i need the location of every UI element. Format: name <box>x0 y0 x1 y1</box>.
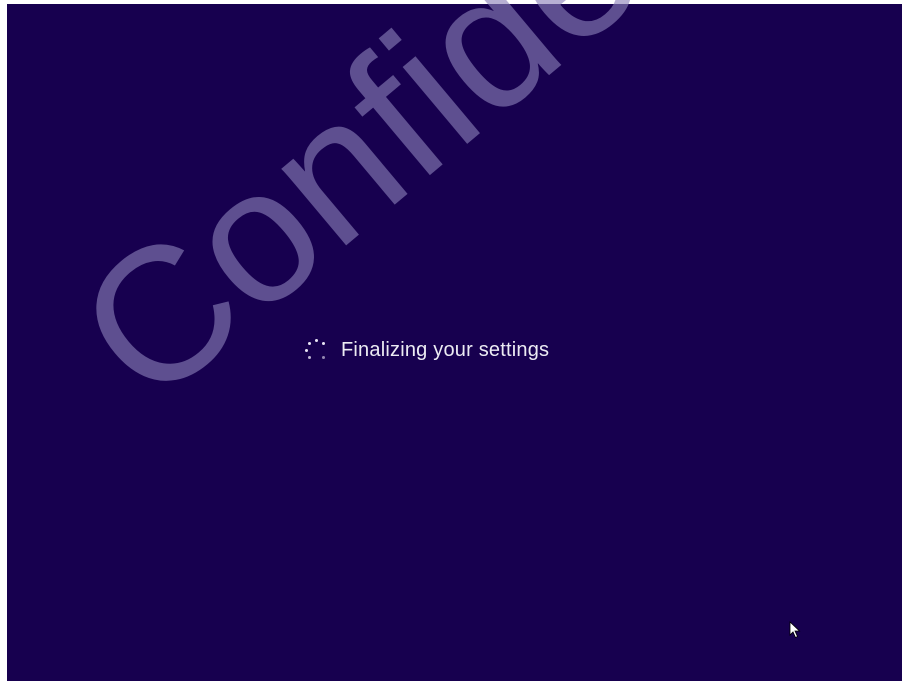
mouse-pointer-icon <box>789 621 801 639</box>
loading-spinner-icon <box>305 339 327 361</box>
status-area: Finalizing your settings <box>305 332 549 368</box>
screenshot-frame: Finalizing your settings Confidential <box>0 0 907 684</box>
status-message: Finalizing your settings <box>341 338 550 361</box>
setup-screen: Finalizing your settings <box>7 4 902 681</box>
